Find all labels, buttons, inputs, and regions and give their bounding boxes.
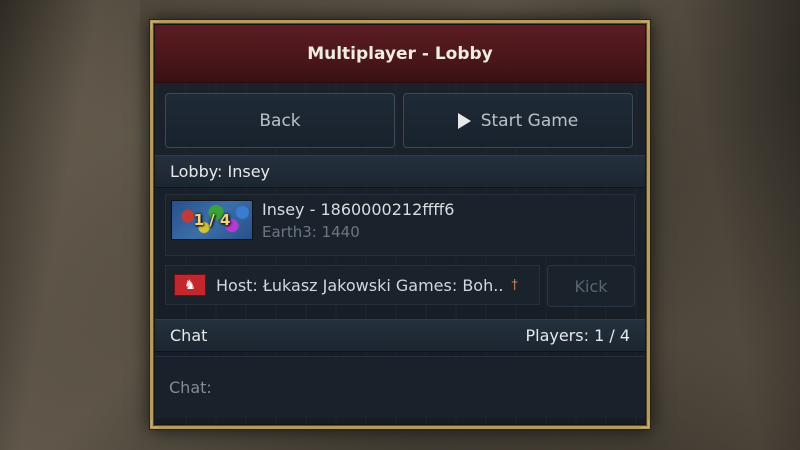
- kick-button-label: Kick: [574, 276, 608, 296]
- start-game-button[interactable]: Start Game: [403, 93, 633, 148]
- window-title: Multiplayer - Lobby: [307, 43, 493, 64]
- lobby-body: Back Start Game Lobby: Insey 1 / 4 Insey…: [155, 83, 645, 424]
- player-count-badge: 1 / 4: [193, 211, 231, 229]
- players-count: Players: 1 / 4: [525, 326, 630, 345]
- host-name: Host: Łukasz Jakowski Games: Boh..: [216, 275, 504, 295]
- title-bar: Multiplayer - Lobby: [155, 25, 645, 83]
- lobby-map: Earth3: 1440: [262, 223, 360, 241]
- lion-flag-icon: ♞: [174, 274, 206, 296]
- back-button[interactable]: Back: [165, 93, 395, 148]
- lobby-list-item[interactable]: 1 / 4 Insey - 1860000212ffff6 Earth3: 14…: [165, 194, 635, 256]
- back-button-label: Back: [259, 110, 301, 131]
- play-icon: [457, 112, 471, 129]
- lobby-header-label: Lobby: Insey: [170, 162, 271, 181]
- chat-input[interactable]: Chat:: [155, 356, 645, 418]
- lobby-header: Lobby: Insey: [155, 155, 645, 188]
- chat-header: Chat Players: 1 / 4: [155, 319, 645, 352]
- host-marker: †: [511, 277, 518, 293]
- map-thumbnail: 1 / 4: [171, 200, 253, 240]
- lobby-window: Multiplayer - Lobby Back Start Game Lobb…: [149, 19, 651, 430]
- start-game-label: Start Game: [480, 110, 579, 131]
- lobby-name: Insey - 1860000212ffff6: [262, 200, 455, 219]
- host-player-row[interactable]: ♞ Host: Łukasz Jakowski Games: Boh.. †: [165, 265, 540, 305]
- kick-button[interactable]: Kick: [547, 265, 635, 307]
- background-fold-right: [640, 0, 800, 450]
- chat-header-label: Chat: [170, 326, 208, 345]
- chat-input-label: Chat:: [169, 378, 212, 397]
- background-fold-left: [0, 0, 140, 450]
